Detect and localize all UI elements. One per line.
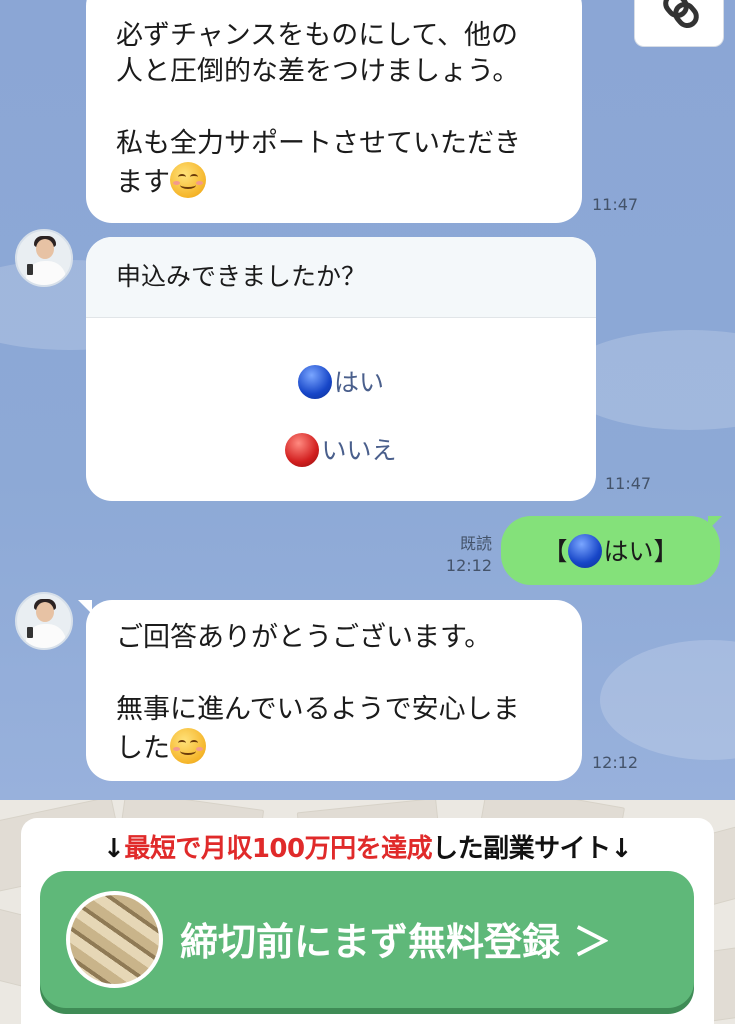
banner-panel: ↓最短で月収100万円を達成した副業サイト↓ 締切前にまず無料登録 ＞ — [21, 818, 714, 1024]
message-bubble-4: ご回答ありがとうございます。 無事に進んでいるようで安心しま した — [86, 600, 582, 781]
sender-avatar[interactable] — [15, 229, 73, 287]
banner-headline: ↓最短で月収100万円を達成した副業サイト↓ — [103, 834, 632, 864]
smiling-face-emoji-icon — [170, 162, 206, 198]
ad-banner: ↓最短で月収100万円を達成した副業サイト↓ 締切前にまず無料登録 ＞ — [0, 800, 735, 1024]
cta-label: 締切前にまず無料登録 ＞ — [180, 920, 612, 964]
red-circle-icon — [285, 433, 320, 467]
message-time: 12:12 — [592, 753, 639, 772]
outgoing-message-bubble: 【はい】 — [501, 516, 720, 585]
option-no[interactable]: いいえ — [86, 433, 596, 469]
blue-circle-icon — [567, 534, 602, 568]
bubble-tail — [708, 516, 722, 530]
question-card: 申込みできましたか？ はい いいえ — [86, 237, 596, 501]
message-time: 11:47 — [592, 195, 639, 214]
message-text: 必ずチャンスをものにして、他の 人と圧倒的な差をつけましょう。 私も全力サポート… — [116, 20, 521, 198]
message-text: ご回答ありがとうございます。 無事に進んでいるようで安心しま した — [116, 622, 520, 764]
option-yes[interactable]: はい — [86, 365, 596, 401]
message-bubble-1: 必ずチャンスをものにして、他の 人と圧倒的な差をつけましょう。 私も全力サポート… — [86, 0, 582, 223]
smiling-face-emoji-icon — [170, 728, 206, 764]
message-time: 11:47 — [605, 474, 652, 493]
question-text: 申込みできましたか？ — [86, 237, 596, 318]
money-thumbnail — [66, 891, 163, 988]
background-cloud — [600, 640, 735, 760]
chat-area: 必ずチャンスをものにして、他の 人と圧倒的な差をつけましょう。 私も全力サポート… — [0, 0, 735, 800]
chain-link-icon — [663, 0, 699, 29]
free-register-button[interactable]: 締切前にまず無料登録 ＞ — [40, 871, 694, 1008]
blue-circle-icon — [297, 365, 332, 399]
link-button[interactable] — [634, 0, 724, 47]
read-receipt: 既読 12:12 — [445, 534, 492, 575]
sender-avatar[interactable] — [15, 592, 73, 650]
